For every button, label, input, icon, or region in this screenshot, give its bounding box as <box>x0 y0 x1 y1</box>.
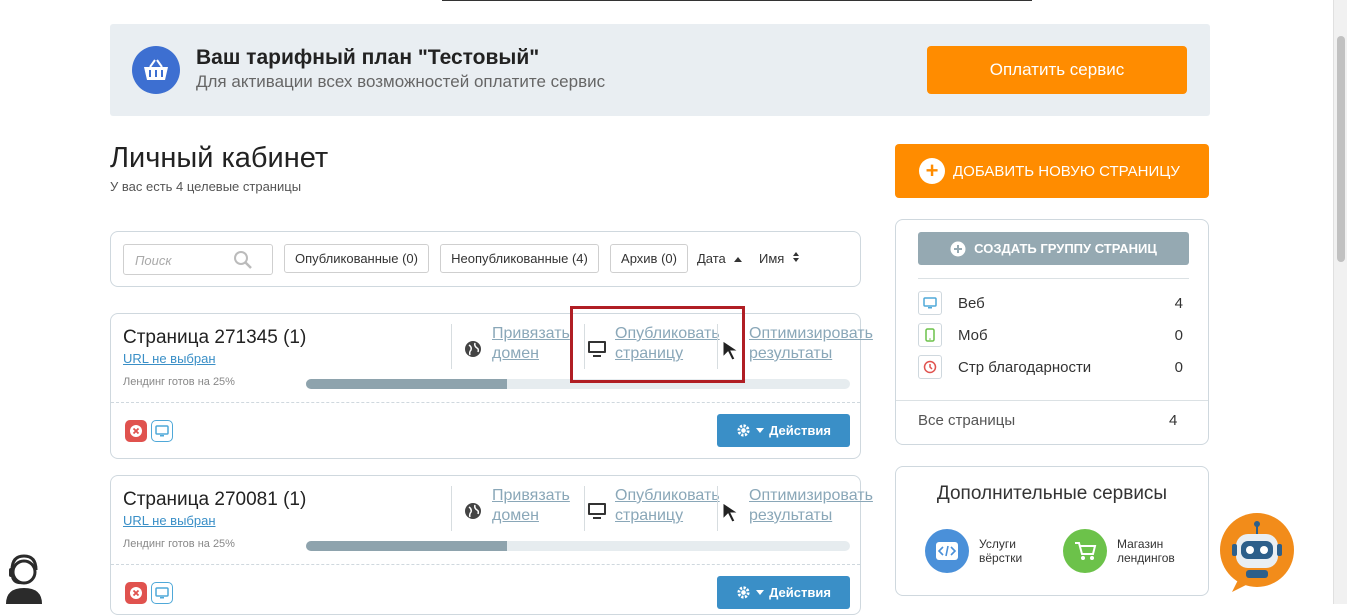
cursor-icon <box>721 501 741 528</box>
group-item-mobile[interactable]: Моб 0 <box>918 323 1189 349</box>
create-group-button[interactable]: СОЗДАТЬ ГРУППУ СТРАНИЦ <box>918 232 1189 265</box>
page-subtitle: У вас есть 4 целевые страницы <box>110 179 302 194</box>
group-count: 0 <box>1174 359 1183 376</box>
actions-label: Действия <box>769 423 831 438</box>
group-label: Стр благодарности <box>958 359 1092 376</box>
desktop-icon <box>151 420 173 442</box>
caret-down-icon <box>756 589 765 595</box>
pay-service-button[interactable]: Оплатить сервис <box>927 46 1187 94</box>
group-count: 0 <box>1174 327 1183 344</box>
action-separator <box>451 324 452 369</box>
action-separator <box>717 486 718 531</box>
group-item-web[interactable]: Веб 4 <box>918 291 1189 317</box>
action-separator <box>584 486 585 531</box>
cart-icon <box>1063 529 1107 573</box>
code-icon <box>925 529 969 573</box>
tariff-banner: Ваш тарифный план "Тестовый" Для активац… <box>110 24 1210 116</box>
globe-icon <box>464 340 482 363</box>
all-pages-link[interactable]: Все страницы <box>918 412 1015 429</box>
sort-both-icon <box>792 252 799 262</box>
tariff-title: Ваш тарифный план "Тестовый" <box>196 46 540 69</box>
page-groups-panel: СОЗДАТЬ ГРУППУ СТРАНИЦ Веб 4 Моб 0 Стр б… <box>895 219 1209 445</box>
service-label: Услуги вёрстки <box>979 537 1023 565</box>
optimize-link[interactable]: Оптимизировать результаты <box>749 486 873 526</box>
chat-robot-icon[interactable] <box>1216 510 1298 594</box>
progress-fill <box>306 541 508 551</box>
group-count: 4 <box>1174 295 1183 312</box>
progress-bar <box>306 541 850 551</box>
scrollbar-thumb[interactable] <box>1337 36 1345 262</box>
mobile-icon <box>918 323 942 347</box>
actions-label: Действия <box>769 585 831 600</box>
actions-dropdown-button[interactable]: Действия <box>717 576 850 609</box>
action-separator <box>451 486 452 531</box>
group-label: Веб <box>958 295 985 312</box>
tariff-subtitle: Для активации всех возможностей оплатите… <box>196 72 606 91</box>
ready-status: Лендинг готов на 25% <box>123 538 235 550</box>
desktop-icon <box>151 582 173 604</box>
page-url-link[interactable]: URL не выбран <box>123 351 216 366</box>
sort-date-label: Дата <box>697 251 726 266</box>
delete-icon[interactable] <box>125 582 147 604</box>
sort-name-label: Имя <box>759 251 785 266</box>
card-divider <box>111 402 860 403</box>
search-placeholder: Поиск <box>135 253 172 268</box>
add-page-button[interactable]: + ДОБАВИТЬ НОВУЮ СТРАНИЦУ <box>895 144 1209 198</box>
filter-published[interactable]: Опубликованные (0) <box>284 244 429 273</box>
panel-divider <box>896 400 1208 401</box>
support-agent-icon[interactable] <box>0 548 48 604</box>
ready-status: Лендинг готов на 25% <box>123 376 235 388</box>
page-card: Страница 270081 (1) URL не выбран Лендин… <box>110 475 873 615</box>
create-group-label: СОЗДАТЬ ГРУППУ СТРАНИЦ <box>974 241 1157 256</box>
sort-name[interactable]: Имя <box>759 251 801 266</box>
publish-link[interactable]: Опубликовать страницу <box>615 486 720 526</box>
add-page-label: ДОБАВИТЬ НОВУЮ СТРАНИЦУ <box>953 162 1180 180</box>
caret-down-icon <box>756 427 765 433</box>
page-card: Страница 271345 (1) URL не выбран Лендин… <box>110 313 873 459</box>
all-pages-count: 4 <box>1169 412 1178 429</box>
sort-asc-icon <box>734 257 743 262</box>
services-title: Дополнительные сервисы <box>936 483 1168 504</box>
gear-icon <box>737 424 750 437</box>
monitor-icon <box>587 502 607 525</box>
group-item-thankyou[interactable]: Стр благодарности 0 <box>918 355 1189 381</box>
basket-icon <box>132 46 180 94</box>
page-name: Страница 271345 (1) <box>123 327 307 348</box>
page-name: Страница 270081 (1) <box>123 489 307 510</box>
globe-icon <box>464 502 482 525</box>
search-input[interactable]: Поиск <box>123 244 273 275</box>
highlight-box <box>570 306 745 383</box>
search-icon[interactable] <box>233 250 253 275</box>
page-scrollbar[interactable] <box>1333 0 1347 604</box>
thankyou-icon <box>918 355 942 379</box>
actions-dropdown-button[interactable]: Действия <box>717 414 850 447</box>
progress-fill <box>306 379 508 389</box>
group-label: Моб <box>958 327 988 344</box>
filters-bar: Поиск Опубликованные (0) Неопубликованны… <box>110 231 861 287</box>
gear-icon <box>737 586 750 599</box>
filter-archive[interactable]: Архив (0) <box>610 244 688 273</box>
card-divider <box>111 564 860 565</box>
page-title: Личный кабинет <box>110 142 329 174</box>
plus-circle-icon: + <box>919 158 945 184</box>
bind-domain-link[interactable]: Привязать домен <box>492 324 570 364</box>
filter-unpublished[interactable]: Неопубликованные (4) <box>440 244 599 273</box>
top-line <box>442 0 1032 1</box>
optimize-link[interactable]: Оптимизировать результаты <box>749 324 873 364</box>
page-url-link[interactable]: URL не выбран <box>123 513 216 528</box>
additional-services-panel: Дополнительные сервисы Услуги вёрстки Ма… <box>895 466 1209 596</box>
plus-circle-icon <box>950 241 966 256</box>
desktop-icon <box>918 291 942 315</box>
service-label: Магазин лендингов <box>1117 537 1175 565</box>
delete-icon[interactable] <box>125 420 147 442</box>
sort-date[interactable]: Дата <box>697 251 743 266</box>
bind-domain-link[interactable]: Привязать домен <box>492 486 570 526</box>
panel-divider <box>918 278 1189 279</box>
